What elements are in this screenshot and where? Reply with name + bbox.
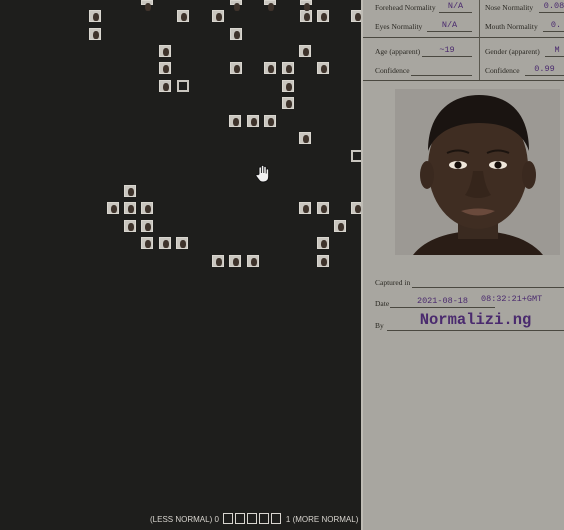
face-thumbnail-empty[interactable] bbox=[177, 80, 189, 92]
legend-swatch bbox=[222, 512, 233, 524]
forehead-value: N/A bbox=[439, 1, 472, 13]
face-thumbnail[interactable] bbox=[159, 80, 171, 92]
face-thumbnail[interactable] bbox=[299, 202, 311, 214]
nose-value: 0.08 bbox=[539, 1, 564, 13]
face-portrait bbox=[395, 89, 560, 255]
face-thumbnail[interactable] bbox=[334, 220, 346, 232]
face-thumbnail[interactable] bbox=[229, 255, 241, 267]
face-thumbnail[interactable] bbox=[282, 62, 294, 74]
by-label: By bbox=[375, 321, 384, 330]
face-thumbnail[interactable] bbox=[141, 202, 153, 214]
legend-swatches bbox=[222, 512, 282, 526]
face-thumbnail[interactable] bbox=[317, 237, 329, 249]
face-thumbnail[interactable] bbox=[141, 0, 153, 11]
face-thumbnail[interactable] bbox=[89, 28, 101, 40]
face-thumbnail[interactable] bbox=[317, 10, 329, 22]
confidence-value-left bbox=[411, 64, 472, 76]
face-thumbnail[interactable] bbox=[317, 202, 329, 214]
face-thumbnail[interactable] bbox=[264, 62, 276, 74]
hand-cursor-icon bbox=[255, 164, 270, 183]
face-thumbnail[interactable] bbox=[176, 237, 188, 249]
gender-label: Gender (apparent) bbox=[485, 47, 540, 56]
legend-swatch bbox=[270, 512, 281, 524]
face-thumbnail[interactable] bbox=[300, 10, 312, 22]
face-thumbnail[interactable] bbox=[300, 0, 312, 11]
face-thumbnail[interactable] bbox=[247, 115, 259, 127]
face-thumbnail[interactable] bbox=[159, 62, 171, 74]
face-thumbnail[interactable] bbox=[159, 237, 171, 249]
face-thumbnail[interactable] bbox=[230, 28, 242, 40]
face-thumbnail[interactable] bbox=[299, 132, 311, 144]
face-thumbnail[interactable] bbox=[124, 202, 136, 214]
face-thumbnail[interactable] bbox=[212, 255, 224, 267]
face-thumbnail[interactable] bbox=[299, 45, 311, 57]
face-thumbnail[interactable] bbox=[282, 80, 294, 92]
legend-swatch bbox=[234, 512, 245, 524]
face-thumbnail[interactable] bbox=[230, 0, 242, 11]
face-thumbnail[interactable] bbox=[264, 115, 276, 127]
face-thumbnail[interactable] bbox=[282, 97, 294, 109]
eyes-label: Eyes Normality bbox=[375, 22, 423, 31]
legend-swatch bbox=[246, 512, 257, 524]
captured-value bbox=[412, 276, 564, 288]
face-thumbnail[interactable] bbox=[229, 115, 241, 127]
confidence-label-right: Confidence bbox=[485, 66, 520, 75]
date-label: Date bbox=[375, 299, 390, 308]
face-thumbnail[interactable] bbox=[141, 220, 153, 232]
face-thumbnail[interactable] bbox=[89, 10, 101, 22]
time-value: 08:32:21+GMT bbox=[481, 294, 543, 304]
legend-less-label: (LESS NORMAL) 0 bbox=[150, 514, 219, 524]
brand-signature: Normalizi.ng bbox=[387, 310, 564, 331]
face-thumbnail[interactable] bbox=[247, 255, 259, 267]
id-card: Forehead Normality N/A Nose Normality 0.… bbox=[363, 0, 564, 530]
captured-label: Captured in bbox=[375, 278, 411, 287]
face-thumbnail[interactable] bbox=[124, 220, 136, 232]
face-thumbnail[interactable] bbox=[264, 0, 276, 11]
face-thumbnail[interactable] bbox=[212, 10, 224, 22]
eyes-value: N/A bbox=[427, 20, 472, 32]
face-field[interactable]: (LESS NORMAL) 0 1 (MORE NORMAL) bbox=[0, 0, 363, 530]
confidence-value-right: 0.99 bbox=[525, 64, 564, 76]
age-value: ~19 bbox=[422, 45, 472, 57]
face-thumbnail[interactable] bbox=[177, 10, 189, 22]
face-thumbnail[interactable] bbox=[141, 237, 153, 249]
nose-label: Nose Normality bbox=[485, 3, 534, 12]
legend-swatch bbox=[258, 512, 269, 524]
portrait-photo bbox=[395, 89, 560, 255]
face-thumbnail[interactable] bbox=[230, 62, 242, 74]
mouth-value: 0. bbox=[543, 20, 564, 32]
face-thumbnail[interactable] bbox=[317, 62, 329, 74]
date-value: 2021-08-18 bbox=[390, 296, 495, 308]
normality-legend: (LESS NORMAL) 0 1 (MORE NORMAL) bbox=[150, 512, 358, 526]
confidence-label-left: Confidence bbox=[375, 66, 410, 75]
face-thumbnail[interactable] bbox=[159, 45, 171, 57]
gender-value: M bbox=[545, 45, 564, 57]
forehead-label: Forehead Normality bbox=[375, 3, 436, 12]
mouth-label: Mouth Normality bbox=[485, 22, 538, 31]
age-label: Age (apparent) bbox=[375, 47, 421, 56]
legend-more-label: 1 (MORE NORMAL) bbox=[285, 514, 359, 524]
face-thumbnail[interactable] bbox=[317, 255, 329, 267]
face-thumbnail[interactable] bbox=[107, 202, 119, 214]
face-thumbnail[interactable] bbox=[124, 185, 136, 197]
